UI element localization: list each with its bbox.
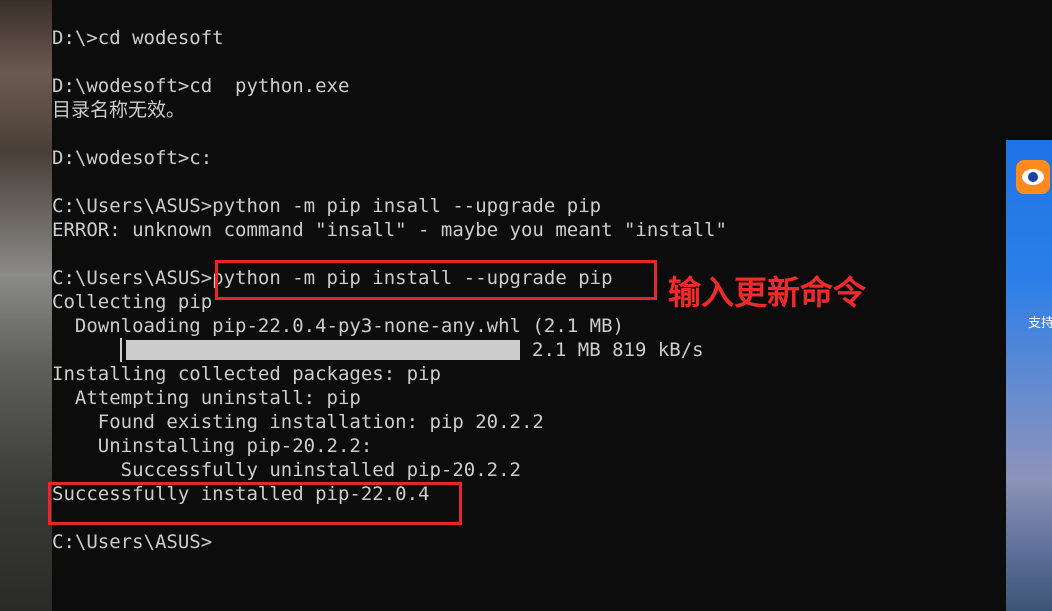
terminal-line: Successfully uninstalled pip-20.2.2 — [52, 459, 521, 481]
eye-app-icon[interactable] — [1016, 160, 1050, 194]
terminal-line: Uninstalling pip-20.2.2: — [52, 435, 373, 457]
side-app-panel[interactable]: 支持 — [1006, 140, 1052, 611]
annotation-label: 输入更新命令 — [668, 273, 866, 312]
download-progress-text: 2.1 MB 819 kB/s — [532, 339, 704, 361]
terminal-line: D:\wodesoft>cd python.exe — [52, 75, 350, 97]
terminal-line: Installing collected packages: pip — [52, 363, 441, 385]
terminal-line: Found existing installation: pip 20.2.2 — [52, 411, 544, 433]
terminal-line: C:\Users\ASUS>python -m pip insall --upg… — [52, 195, 602, 217]
progress-bar-start — [120, 338, 122, 362]
terminal-line: Attempting uninstall: pip — [52, 387, 361, 409]
terminal-line: Downloading pip-22.0.4-py3-none-any.whl … — [52, 315, 624, 337]
command-highlight-box — [215, 260, 657, 300]
download-progress-row: 2.1 MB 819 kB/s — [52, 338, 752, 362]
download-progress-bar — [126, 340, 520, 360]
terminal-line: D:\>cd wodesoft — [52, 27, 224, 49]
terminal-line: 目录名称无效。 — [52, 99, 186, 121]
side-panel-text: 支持 — [1028, 316, 1052, 331]
background-photo-strip — [0, 0, 52, 611]
terminal-line: D:\wodesoft>c: — [52, 147, 213, 169]
success-highlight-box — [48, 482, 462, 525]
pupil-icon — [1028, 172, 1038, 182]
terminal-line: Collecting pip — [52, 291, 213, 313]
terminal-prompt-line[interactable]: C:\Users\ASUS> — [52, 530, 212, 554]
terminal-error-line: ERROR: unknown command "insall" - maybe … — [52, 219, 727, 241]
